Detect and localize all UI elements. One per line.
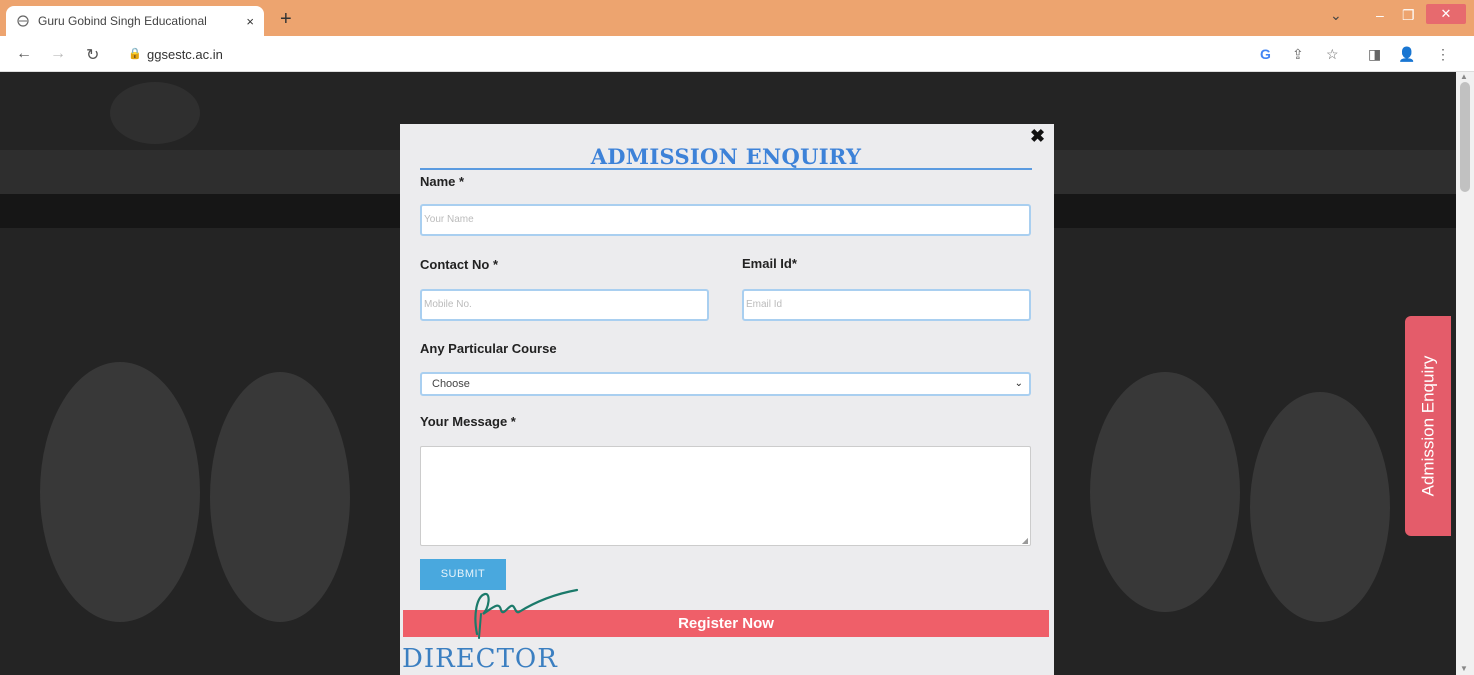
mobile-input[interactable]: Mobile No.	[420, 289, 709, 321]
name-label: Name *	[420, 174, 465, 189]
director-stamp: DIRECTOR	[402, 644, 558, 674]
url-bar[interactable]: ggsestc.ac.in	[147, 47, 223, 62]
backdrop-figure	[40, 362, 200, 622]
bookmark-star-icon[interactable]: ☆	[1326, 46, 1339, 63]
tab-search-icon[interactable]: ⌄	[1330, 7, 1342, 24]
title-divider	[420, 168, 1032, 170]
email-input[interactable]: Email Id	[742, 289, 1031, 321]
address-toolbar: ← → ↻ 🔒 ggsestc.ac.in G ⇪ ☆ ◨ 👤 ⋮	[0, 36, 1474, 72]
modal-title: ADMISSION ENQUIRY	[590, 144, 862, 169]
chevron-down-icon: ⌄	[1014, 378, 1023, 389]
google-lens-icon[interactable]: G	[1260, 46, 1271, 62]
window-close-icon[interactable]: ✕	[1426, 4, 1466, 24]
backdrop-figure	[1250, 392, 1390, 622]
side-panel-icon[interactable]: ◨	[1368, 46, 1381, 63]
forward-icon[interactable]: →	[50, 45, 66, 63]
menu-icon[interactable]: ⋮	[1436, 46, 1450, 63]
course-select[interactable]: Choose ⌄	[420, 372, 1031, 396]
resize-grip-icon[interactable]: ◢	[1022, 536, 1028, 545]
minimize-icon[interactable]: –	[1376, 7, 1384, 23]
message-textarea[interactable]: ◢	[420, 446, 1031, 546]
backdrop-figure	[1090, 372, 1240, 612]
course-selected-value: Choose	[432, 378, 470, 390]
email-label: Email Id*	[742, 256, 797, 271]
scroll-up-icon[interactable]: ▲	[1460, 72, 1468, 81]
reload-icon[interactable]: ↻	[86, 45, 99, 65]
admission-enquiry-modal: ✖ ADMISSION ENQUIRY Name * Your Name Con…	[400, 124, 1054, 675]
tab-close-icon[interactable]: ×	[246, 14, 254, 29]
browser-window: Guru Gobind Singh Educational × + ⌄ – ❐ …	[0, 0, 1474, 675]
side-tab-label: Admission Enquiry	[1418, 355, 1437, 497]
contact-label: Contact No *	[420, 257, 498, 272]
handwritten-signature	[474, 588, 579, 639]
page-scrollbar[interactable]: ▲ ▼	[1456, 72, 1474, 675]
restore-icon[interactable]: ❐	[1402, 7, 1415, 24]
scroll-thumb[interactable]	[1460, 82, 1470, 192]
share-icon[interactable]: ⇪	[1292, 46, 1304, 63]
site-favicon-icon	[16, 14, 30, 28]
backdrop-figure	[210, 372, 350, 622]
modal-close-icon[interactable]: ✖	[1030, 126, 1045, 147]
lock-icon[interactable]: 🔒	[128, 47, 142, 60]
tab-strip: Guru Gobind Singh Educational × + ⌄ – ❐ …	[0, 0, 1474, 36]
browser-tab[interactable]: Guru Gobind Singh Educational ×	[6, 6, 264, 36]
scroll-down-icon[interactable]: ▼	[1460, 664, 1468, 673]
new-tab-button[interactable]: +	[280, 9, 292, 29]
admission-enquiry-side-tab[interactable]: Admission Enquiry	[1405, 316, 1451, 536]
course-label: Any Particular Course	[420, 341, 557, 356]
message-label: Your Message *	[420, 414, 516, 429]
name-input[interactable]: Your Name	[420, 204, 1031, 236]
profile-icon[interactable]: 👤	[1398, 46, 1415, 63]
back-icon[interactable]: ←	[16, 45, 32, 63]
college-emblem	[110, 82, 200, 144]
tab-title: Guru Gobind Singh Educational	[38, 14, 207, 28]
